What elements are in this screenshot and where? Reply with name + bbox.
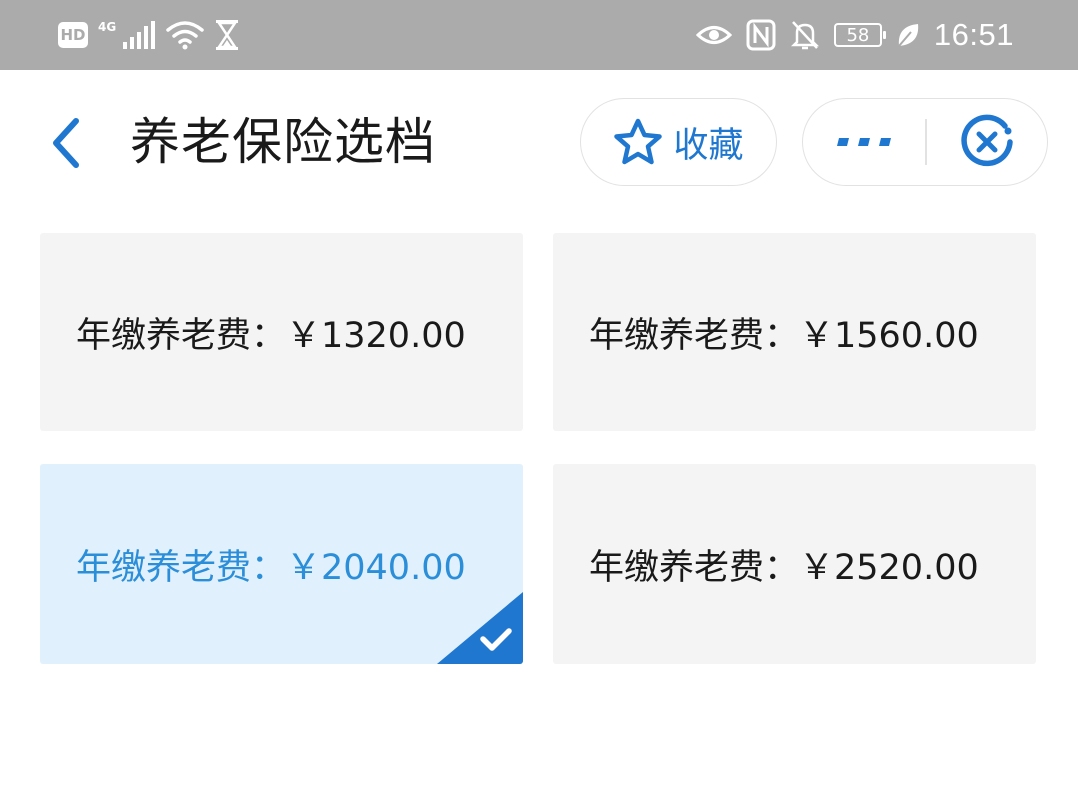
- selected-check-icon: [437, 592, 523, 664]
- page-title: 养老保险选档: [130, 113, 436, 171]
- option-label: 年缴养老费：￥1560.00: [589, 315, 979, 356]
- nav-bar: 养老保险选档 收藏: [0, 70, 1078, 220]
- leaf-icon: [898, 24, 919, 47]
- option-card-2040[interactable]: 年缴养老费：￥2040.00: [40, 464, 523, 664]
- hd-icon: HD: [58, 22, 88, 48]
- network-type-label: 4G: [98, 20, 117, 34]
- close-button[interactable]: [927, 99, 1047, 185]
- eye-icon: [695, 26, 732, 44]
- back-button[interactable]: [40, 115, 90, 171]
- status-bar-right: 58 16:51: [695, 14, 1014, 56]
- favorite-button[interactable]: 收藏: [580, 98, 777, 186]
- option-card-1560[interactable]: 年缴养老费：￥1560.00: [553, 233, 1036, 431]
- chevron-left-icon: [53, 118, 79, 168]
- bell-off-icon: [790, 21, 819, 50]
- more-button[interactable]: [803, 99, 925, 185]
- mini-program-capsule: [802, 98, 1048, 186]
- status-bar: HD 4G 58 16:51: [0, 0, 1078, 70]
- nfc-icon: [746, 19, 776, 51]
- option-label: 年缴养老费：￥2040.00: [76, 547, 466, 588]
- option-card-2520[interactable]: 年缴养老费：￥2520.00: [553, 464, 1036, 664]
- favorite-label: 收藏: [673, 125, 744, 166]
- option-card-1320[interactable]: 年缴养老费：￥1320.00: [40, 233, 523, 431]
- wifi-icon: [166, 21, 204, 50]
- option-label: 年缴养老费：￥1320.00: [76, 315, 466, 356]
- hourglass-icon: [216, 20, 239, 50]
- close-circle-icon: [961, 114, 1013, 167]
- status-bar-left: HD 4G: [58, 14, 240, 56]
- clock: 16:51: [933, 17, 1014, 52]
- signal-icon: [123, 21, 156, 49]
- option-label: 年缴养老费：￥2520.00: [589, 547, 979, 588]
- battery-icon: 58: [833, 23, 886, 47]
- star-icon: [614, 118, 663, 165]
- more-dots-icon: [837, 138, 891, 146]
- battery-level: 58: [846, 24, 870, 46]
